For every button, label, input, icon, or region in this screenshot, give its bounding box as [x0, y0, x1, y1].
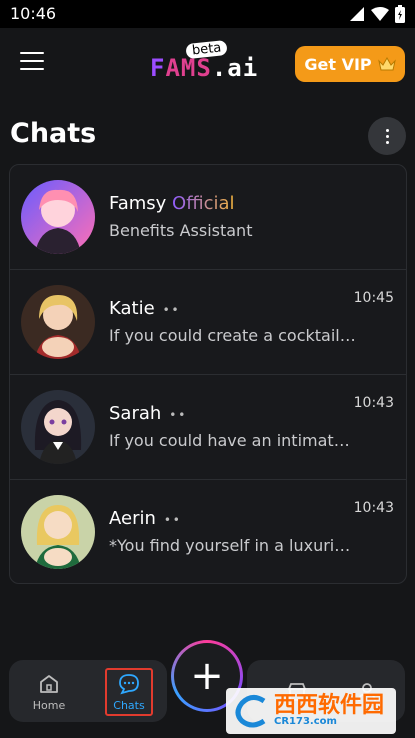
status-time: 10:46	[10, 4, 57, 23]
logo-ai: .ai	[211, 54, 259, 82]
nav-home-label: Home	[32, 698, 66, 712]
chat-name: Katie • •	[109, 298, 179, 319]
chat-time: 10:45	[353, 290, 394, 306]
menu-icon-line	[20, 52, 44, 54]
chat-name-text: Aerin	[109, 508, 156, 529]
nav-left-group: Home Chats	[9, 660, 167, 722]
nav-home[interactable]: Home	[25, 666, 73, 718]
chat-preview: If you could create a cocktail t...	[109, 326, 359, 345]
chat-preview: If you could have an intimate c...	[109, 431, 359, 450]
battery-icon	[395, 5, 405, 23]
official-badge: Official	[172, 193, 235, 214]
avatar-aerin	[21, 495, 95, 569]
chat-preview: *You find yourself in a luxuriou...	[109, 536, 359, 555]
more-options-button[interactable]	[368, 117, 406, 155]
chat-item-aerin[interactable]: Aerin • • *You find yourself in a luxurio…	[10, 480, 406, 583]
chat-name: Aerin • •	[109, 508, 180, 529]
chat-list: Famsy Official Benefits Assistant Katie •…	[9, 164, 407, 584]
chat-name-text: Katie	[109, 298, 155, 319]
status-icons	[349, 5, 405, 23]
get-vip-label: Get VIP	[304, 54, 372, 74]
avatar-famsy	[21, 180, 95, 254]
avatar-sarah	[21, 390, 95, 464]
wifi-icon	[371, 7, 389, 21]
chat-time: 10:43	[353, 500, 394, 516]
crown-icon	[377, 56, 396, 71]
home-icon	[40, 674, 58, 693]
app-bar: FAMS.ai beta Get VIP	[0, 28, 415, 100]
chat-item-sarah[interactable]: Sarah • • If you could have an intimate c…	[10, 375, 406, 480]
status-bar: 10:46	[0, 0, 415, 28]
chat-time: 10:43	[353, 395, 394, 411]
nav-chats[interactable]: Chats	[105, 668, 153, 716]
typing-dots-icon: • •	[169, 408, 185, 422]
chat-item-famsy[interactable]: Famsy Official Benefits Assistant	[10, 165, 406, 270]
get-vip-button[interactable]: Get VIP	[295, 46, 405, 82]
chat-bubble-icon	[119, 673, 139, 694]
avatar-katie	[21, 285, 95, 359]
chat-item-katie[interactable]: Katie • • If you could create a cocktail …	[10, 270, 406, 375]
menu-button[interactable]	[20, 52, 44, 72]
app-logo: FAMS.ai beta	[150, 39, 270, 84]
chat-name-text: Famsy	[109, 193, 167, 214]
menu-icon-line	[20, 68, 44, 70]
more-vertical-icon	[385, 127, 389, 145]
logo-letter-f: F	[150, 54, 166, 82]
typing-dots-icon: • •	[163, 513, 180, 527]
chat-name: Famsy Official	[109, 193, 235, 214]
watermark: 西西软件园 CR173.com	[226, 688, 396, 734]
chat-name-text: Sarah	[109, 403, 162, 424]
chat-name: Sarah • •	[109, 403, 185, 424]
signal-icon	[350, 7, 364, 21]
watermark-sub: CR173.com	[274, 716, 337, 728]
page-title: Chats	[10, 118, 97, 149]
nav-chats-label: Chats	[113, 698, 145, 712]
typing-dots-icon: • •	[162, 303, 179, 317]
chat-preview: Benefits Assistant	[109, 221, 253, 240]
watermark-text: 西西软件园	[274, 693, 385, 719]
menu-icon-line	[20, 60, 44, 62]
logo-letters: AMS	[165, 54, 212, 82]
watermark-logo-icon	[235, 695, 266, 728]
